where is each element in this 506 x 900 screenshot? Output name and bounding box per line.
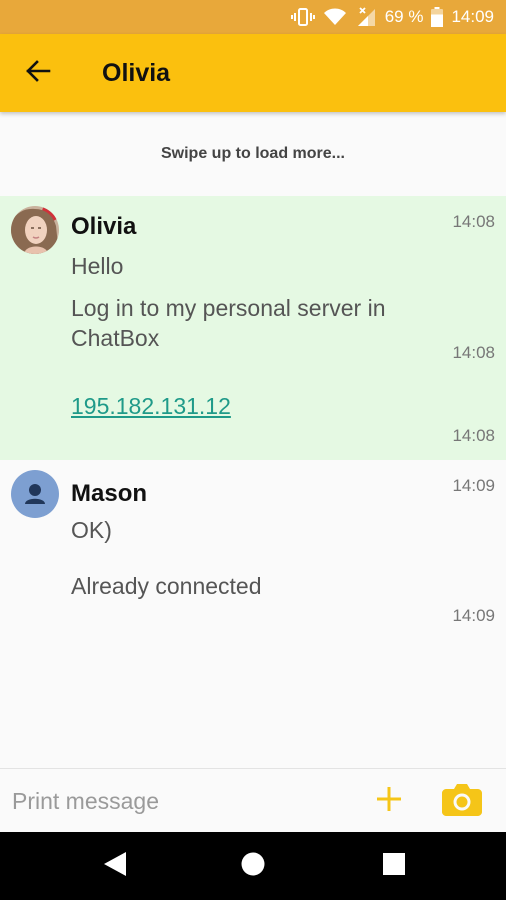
sender-name: Olivia bbox=[71, 213, 137, 240]
nav-home-button[interactable] bbox=[235, 848, 271, 884]
message-text: Already connected bbox=[71, 573, 262, 599]
add-attachment-button[interactable] bbox=[372, 784, 406, 818]
vibrate-icon bbox=[290, 7, 315, 27]
wifi-icon bbox=[323, 7, 347, 27]
sender-name: Mason bbox=[71, 480, 148, 507]
message-text: Hello bbox=[71, 253, 124, 279]
message-group-olivia: Olivia 14:08 Hello Log in to my personal… bbox=[0, 196, 506, 460]
plus-icon bbox=[375, 785, 403, 818]
avatar-olivia[interactable] bbox=[11, 206, 59, 254]
status-icons: 69 % 14:09 bbox=[290, 0, 494, 34]
nav-recents-button[interactable] bbox=[376, 848, 412, 884]
message-composer: Print message bbox=[0, 768, 506, 832]
message-text-line: ChatBox bbox=[71, 325, 160, 351]
back-button[interactable] bbox=[20, 55, 56, 91]
message-time: 14:09 bbox=[452, 476, 495, 495]
nav-back-button[interactable] bbox=[96, 848, 132, 884]
camera-icon bbox=[442, 782, 482, 821]
message-group-mason: Mason 14:09 OK) Already connected 14:09 bbox=[0, 460, 506, 768]
message-input[interactable]: Print message bbox=[12, 785, 342, 817]
battery-icon bbox=[431, 7, 444, 27]
conversation-title: Olivia bbox=[102, 59, 171, 87]
message-time: 14:08 bbox=[452, 212, 495, 231]
message-time: 14:09 bbox=[452, 606, 495, 625]
message-text: OK) bbox=[71, 517, 112, 543]
system-nav-bar bbox=[0, 832, 506, 900]
back-arrow-icon bbox=[25, 59, 51, 88]
message-time: 14:08 bbox=[452, 343, 495, 362]
load-more-hint[interactable]: Swipe up to load more... bbox=[0, 112, 506, 196]
message-text-line: Log in to my personal server in bbox=[71, 295, 386, 321]
signal-icon bbox=[355, 7, 377, 27]
home-circle-icon bbox=[240, 851, 266, 882]
status-time: 14:09 bbox=[451, 7, 494, 26]
recents-square-icon bbox=[382, 852, 406, 881]
camera-button[interactable] bbox=[440, 782, 484, 820]
back-triangle-icon bbox=[100, 850, 128, 883]
battery-level: 69 % bbox=[384, 7, 424, 26]
server-link[interactable]: 195.182.131.12 bbox=[71, 391, 231, 421]
message-time: 14:08 bbox=[452, 426, 495, 445]
status-bar: 69 % 14:09 bbox=[0, 0, 506, 34]
app-bar: Olivia bbox=[0, 34, 506, 112]
avatar-mason[interactable] bbox=[11, 470, 59, 518]
